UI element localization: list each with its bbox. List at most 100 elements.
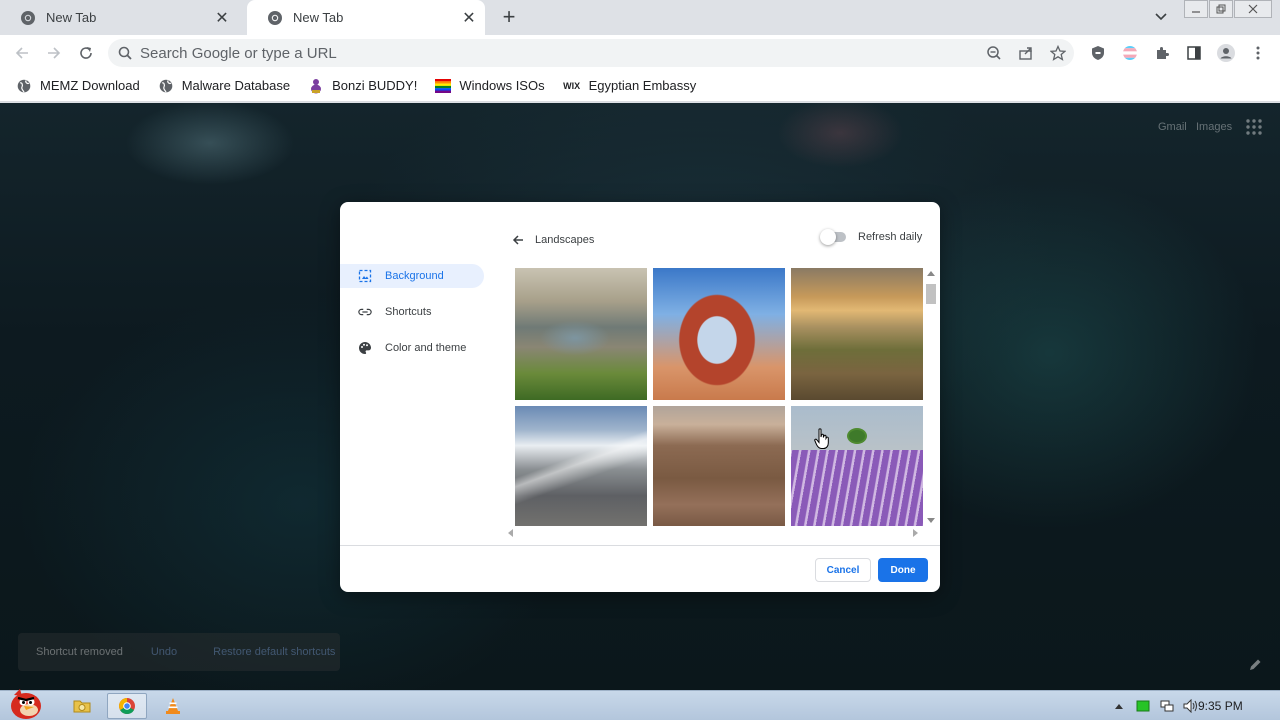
background-tile-canyon-plateau[interactable] (791, 268, 923, 400)
bookmark-star-icon[interactable] (1044, 39, 1072, 67)
customize-nav: Background Shortcuts Color and theme (340, 264, 486, 372)
trans-flag-extension-icon[interactable] (1116, 39, 1144, 67)
nav-item-color-and-theme[interactable]: Color and theme (340, 336, 484, 360)
rainbow-flag-icon (435, 78, 452, 94)
bookmarks-bar: MEMZ Download Malware Database Bonzi BUD… (0, 70, 1280, 102)
taskbar-chrome[interactable] (107, 693, 147, 719)
chrome-icon (268, 10, 282, 25)
toolbar (0, 35, 1280, 70)
chrome-icon (119, 698, 135, 715)
share-icon[interactable] (1012, 39, 1040, 67)
tab-1[interactable]: New Tab ✕ (0, 0, 238, 35)
tab-title: New Tab (293, 10, 344, 25)
background-tile-snowy-mountains[interactable] (515, 406, 647, 526)
scroll-up-arrow-icon[interactable] (927, 271, 935, 276)
tab-title: New Tab (46, 10, 97, 25)
close-tab-icon[interactable]: ✕ (212, 8, 232, 28)
profile-avatar-icon[interactable] (1212, 39, 1240, 67)
chrome-icon (21, 10, 35, 25)
zoom-icon[interactable] (980, 39, 1008, 67)
forward-icon[interactable] (40, 39, 68, 67)
background-tile-desert-canyon[interactable] (653, 406, 785, 526)
clock[interactable]: 9:35 PM (1198, 699, 1243, 713)
scroll-left-arrow-icon[interactable] (508, 529, 513, 537)
background-gallery (515, 268, 925, 526)
toggle-knob (820, 229, 836, 245)
minimize-icon[interactable] (1184, 0, 1208, 18)
google-apps-grid-icon[interactable] (1244, 117, 1264, 137)
toast-message: Shortcut removed (36, 646, 123, 658)
nav-item-background[interactable]: Background (340, 264, 484, 288)
angry-bird-start-icon[interactable] (4, 685, 48, 720)
nav-item-shortcuts[interactable]: Shortcuts (340, 300, 484, 324)
background-tile-coastal-rocks[interactable] (515, 268, 647, 400)
tab-2[interactable]: New Tab ✕ (247, 0, 485, 35)
tab-search-chevron-icon[interactable] (1150, 6, 1172, 28)
tray-expand-arrow-icon[interactable] (1110, 697, 1128, 715)
wix-icon: WIX (563, 80, 581, 91)
cancel-button[interactable]: Cancel (815, 558, 871, 582)
bookmark-windows-isos[interactable]: Windows ISOs (431, 73, 548, 99)
refresh-daily-label: Refresh daily (858, 231, 923, 243)
close-tab-icon[interactable]: ✕ (459, 8, 479, 28)
refresh-daily-toggle[interactable] (820, 229, 846, 245)
scroll-right-arrow-icon[interactable] (913, 529, 918, 537)
background-icon (358, 269, 372, 283)
gmail-link[interactable]: Gmail (1158, 121, 1187, 133)
bookmark-bonzi-buddy[interactable]: Bonzi BUDDY! (304, 73, 421, 99)
omnibox[interactable] (108, 39, 1074, 67)
bookmark-egyptian-embassy[interactable]: WIX Egyptian Embassy (559, 73, 701, 99)
shield-extension-icon[interactable] (1084, 39, 1112, 67)
bookmark-label: Windows ISOs (459, 78, 545, 93)
bookmark-memz-download[interactable]: MEMZ Download (12, 73, 144, 99)
extensions-puzzle-icon[interactable] (1148, 39, 1176, 67)
gallery-horizontal-scrollbar[interactable] (506, 528, 920, 538)
side-panel-icon[interactable] (1180, 39, 1208, 67)
back-icon[interactable] (8, 39, 36, 67)
bookmark-malware-database[interactable]: Malware Database (154, 73, 294, 99)
bookmark-label: Egyptian Embassy (588, 78, 697, 93)
undo-link[interactable]: Undo (151, 646, 177, 658)
taskbar-vlc[interactable] (153, 693, 193, 719)
hand-cursor-icon (814, 428, 829, 449)
omnibox-input[interactable] (140, 44, 940, 62)
tab-strip: New Tab ✕ New Tab ✕ + (0, 0, 1280, 35)
scrollbar-thumb[interactable] (926, 284, 936, 304)
taskbar-file-explorer[interactable] (62, 693, 102, 719)
dialog-divider (340, 545, 940, 546)
bookmark-label: MEMZ Download (40, 78, 140, 93)
close-window-icon[interactable] (1234, 0, 1272, 18)
system-tray (1110, 691, 1206, 720)
network-icon[interactable] (1158, 697, 1176, 715)
new-tab-button[interactable]: + (497, 4, 521, 29)
taskbar: 9:35 PM (0, 689, 1280, 720)
folder-icon (73, 700, 91, 713)
palette-icon (358, 341, 372, 355)
globe-icon (158, 78, 174, 94)
nav-item-label: Shortcuts (385, 306, 432, 318)
restore-icon[interactable] (1209, 0, 1233, 18)
background-tile-delicate-arch[interactable] (653, 268, 785, 400)
gallery-vertical-scrollbar[interactable] (926, 268, 936, 526)
vlc-cone-icon (166, 698, 180, 714)
bookmark-label: Malware Database (181, 78, 291, 93)
link-icon (358, 305, 372, 319)
shortcut-removed-toast: Shortcut removed Undo Restore default sh… (18, 633, 340, 671)
bonzi-icon (308, 78, 324, 94)
back-arrow-icon[interactable] (510, 232, 526, 248)
done-button[interactable]: Done (878, 558, 928, 582)
new-tab-page: Gmail Images Shortcut removed Undo Resto… (0, 103, 1280, 690)
background-tile-lavender-field[interactable] (791, 406, 923, 526)
menu-kebab-icon[interactable] (1244, 39, 1272, 67)
search-icon (118, 46, 132, 60)
images-link[interactable]: Images (1196, 121, 1232, 133)
nav-item-label: Background (385, 270, 444, 282)
customize-dialog: Background Shortcuts Color and theme Lan… (340, 202, 940, 592)
restore-default-shortcuts-link[interactable]: Restore default shortcuts (213, 646, 335, 658)
nav-item-label: Color and theme (385, 342, 467, 354)
customize-pencil-icon[interactable] (1248, 658, 1262, 672)
globe-icon (16, 78, 32, 94)
battery-status-icon[interactable] (1134, 697, 1152, 715)
scroll-down-arrow-icon[interactable] (927, 518, 935, 523)
reload-icon[interactable] (72, 39, 100, 67)
